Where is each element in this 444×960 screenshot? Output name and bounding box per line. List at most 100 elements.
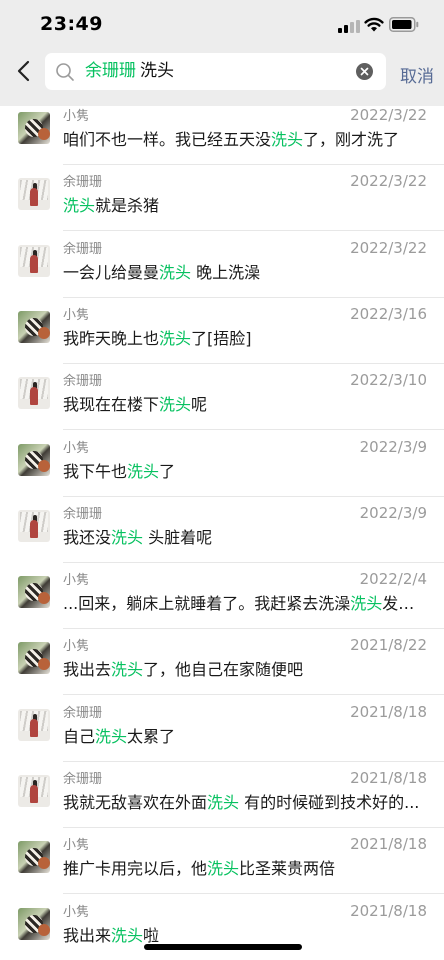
snippet-match: 洗头 <box>159 328 192 348</box>
row-divider <box>63 893 444 895</box>
result-row[interactable]: 小隽 2022/3/16 我昨天晚上也洗头了[捂脸] <box>0 300 444 366</box>
message-date: 2022/3/10 <box>350 371 427 390</box>
avatar[interactable] <box>18 377 50 410</box>
sender-name: 小隽 <box>63 307 90 323</box>
snippet-match: 洗头 <box>127 461 160 481</box>
snippet-before: 一会儿给曼曼 <box>63 262 160 282</box>
result-row[interactable]: 小隽 2022/3/9 我下午也洗头了 <box>0 433 444 499</box>
snippet-before: 我出去 <box>63 660 112 680</box>
message-date: 2022/2/4 <box>359 570 427 589</box>
message-snippet: 我现在在楼下洗头呢 <box>63 391 428 415</box>
result-row[interactable]: 余珊珊 2021/8/18 我就无敌喜欢在外面洗头 有的时候碰到技术好的... <box>0 764 444 830</box>
message-date: 2022/3/9 <box>359 437 427 456</box>
snippet-match: 洗头 <box>159 262 192 282</box>
clear-search-icon[interactable] <box>356 63 373 80</box>
message-date: 2021/8/18 <box>350 901 427 920</box>
search-input[interactable]: 余珊珊 洗头 <box>45 53 386 90</box>
message-snippet: 我还没洗头 头脏着呢 <box>63 524 428 548</box>
sender-name: 余珊珊 <box>63 374 103 390</box>
avatar[interactable] <box>18 907 50 940</box>
snippet-before: 我就无敌喜欢在外面 <box>63 793 208 812</box>
home-indicator <box>144 944 302 950</box>
snippet-after: 头脏着呢 <box>143 527 213 547</box>
snippet-after: 就是杀猪 <box>95 196 160 216</box>
avatar[interactable] <box>18 775 50 807</box>
row-divider <box>63 495 444 497</box>
avatar[interactable] <box>18 841 50 874</box>
avatar[interactable] <box>18 509 50 542</box>
sender-name: 余珊珊 <box>63 241 103 257</box>
message-date: 2022/3/22 <box>350 238 427 257</box>
snippet-match: 洗头 <box>207 793 240 812</box>
battery-icon <box>389 17 419 32</box>
message-date: 2021/8/18 <box>350 769 427 787</box>
snippet-match: 洗头 <box>159 395 192 415</box>
message-date: 2021/8/22 <box>350 636 427 655</box>
result-row[interactable]: 余珊珊 2022/3/10 我现在在楼下洗头呢 <box>0 366 444 432</box>
message-date: 2022/3/9 <box>359 503 427 522</box>
message-snippet: 推广卡用完以后，他洗头比圣莱贵两倍 <box>63 855 428 879</box>
snippet-after: 太累了 <box>127 726 176 746</box>
snippet-before: 自己 <box>63 726 96 746</box>
message-date: 2021/8/18 <box>350 835 427 854</box>
snippet-after: 有的时候碰到技术好的... <box>239 793 420 812</box>
search-results-list[interactable]: 小隽 2022/3/22 咱们不也一样。我已经五天没洗头了，刚才洗了 余珊珊 2022/… <box>0 106 444 960</box>
top-bar: 23:49 余珊珊 洗头 取消 <box>0 0 444 106</box>
sender-name: 小隽 <box>63 639 90 655</box>
snippet-after: 了 <box>159 461 176 481</box>
message-snippet: 我下午也洗头了 <box>63 458 428 482</box>
cellular-signal-icon <box>338 20 360 33</box>
snippet-before: 我下午也 <box>63 461 128 481</box>
avatar[interactable] <box>18 178 50 211</box>
result-row[interactable]: 余珊珊 2022/3/9 我还没洗头 头脏着呢 <box>0 499 444 565</box>
result-row[interactable]: 余珊珊 2021/8/18 自己洗头太累了 <box>0 698 444 764</box>
snippet-after: 比圣莱贵两倍 <box>239 859 336 879</box>
avatar[interactable] <box>18 244 50 277</box>
snippet-after: 呢 <box>191 395 208 415</box>
snippet-after: 发，... <box>382 594 428 614</box>
result-row[interactable]: 小隽 2021/8/22 我出去洗头了，他自己在家随便吧 <box>0 631 444 697</box>
snippet-after: 了，刚才洗了 <box>303 130 400 149</box>
snippet-match: 洗头 <box>350 594 383 614</box>
snippet-before: 我出来 <box>63 925 112 945</box>
search-keyword: 洗头 <box>140 61 174 81</box>
avatar[interactable] <box>18 708 50 741</box>
sender-name: 小隽 <box>63 904 90 920</box>
message-snippet: ...回来，躺床上就睡着了。我赶紧去洗澡洗头发，... <box>63 590 428 614</box>
snippet-match: 洗头 <box>111 660 144 680</box>
snippet-before: 我现在在楼下 <box>63 395 160 415</box>
row-divider <box>63 694 444 696</box>
back-arrow-icon[interactable] <box>12 58 38 84</box>
row-divider <box>63 827 444 828</box>
result-row[interactable]: 余珊珊 2022/3/22 洗头就是杀猪 <box>0 167 444 233</box>
result-row[interactable]: 小隽 2022/3/22 咱们不也一样。我已经五天没洗头了，刚才洗了 <box>0 106 444 167</box>
avatar[interactable] <box>18 443 50 476</box>
result-row[interactable]: 小隽 2021/8/18 推广卡用完以后，他洗头比圣莱贵两倍 <box>0 830 444 896</box>
message-snippet: 我出来洗头啦 <box>63 922 428 946</box>
result-row[interactable]: 小隽 2022/2/4 ...回来，躺床上就睡着了。我赶紧去洗澡洗头发，... <box>0 565 444 631</box>
snippet-match: 洗头 <box>207 859 240 879</box>
sender-name: 余珊珊 <box>63 772 103 787</box>
snippet-before: 我昨天晚上也 <box>63 328 160 348</box>
snippet-after: 啦 <box>143 925 160 945</box>
row-divider <box>63 230 444 232</box>
result-row[interactable]: 余珊珊 2022/3/22 一会儿给曼曼洗头 晚上洗澡 <box>0 234 444 300</box>
wifi-icon <box>364 17 384 32</box>
sender-name: 小隽 <box>63 109 90 124</box>
snippet-before: 我还没 <box>63 527 112 547</box>
message-snippet: 我昨天晚上也洗头了[捂脸] <box>63 325 428 349</box>
row-divider <box>63 296 444 298</box>
avatar[interactable] <box>18 310 50 343</box>
avatar[interactable] <box>18 576 50 609</box>
message-snippet: 洗头就是杀猪 <box>63 192 428 216</box>
cancel-button[interactable]: 取消 <box>400 62 434 87</box>
message-snippet: 一会儿给曼曼洗头 晚上洗澡 <box>63 259 428 283</box>
snippet-before: 推广卡用完以后，他 <box>63 859 208 879</box>
message-snippet: 咱们不也一样。我已经五天没洗头了，刚才洗了 <box>63 126 428 150</box>
search-contact-tag: 余珊珊 <box>85 61 136 81</box>
sender-name: 余珊珊 <box>63 506 103 522</box>
avatar[interactable] <box>18 112 50 144</box>
message-snippet: 自己洗头太累了 <box>63 723 428 747</box>
result-row[interactable]: 小隽 2021/8/18 我出来洗头啦 <box>0 897 444 960</box>
avatar[interactable] <box>18 642 50 675</box>
